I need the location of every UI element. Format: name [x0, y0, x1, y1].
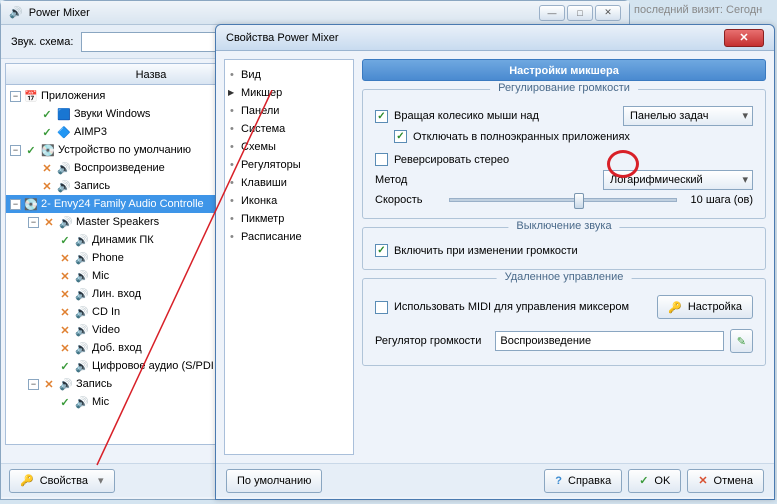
volume-group: Регулирование громкости Вращая колесико …	[362, 89, 766, 219]
nav-regulators[interactable]: Регуляторы	[225, 156, 353, 174]
reverse-stereo-checkbox[interactable]	[375, 153, 388, 166]
key-icon: 🔑	[668, 301, 682, 314]
nav-keys[interactable]: Клавиши	[225, 174, 353, 192]
nav-schemes[interactable]: Схемы	[225, 138, 353, 156]
pencil-icon: ✎	[737, 335, 746, 348]
speaker-icon: 🔊	[9, 6, 23, 19]
nav-icon[interactable]: Иконка	[225, 192, 353, 210]
minimize-button[interactable]: —	[539, 5, 565, 21]
mute-group: Выключение звука Включить при изменении …	[362, 227, 766, 270]
dialog-title: Свойства Power Mixer	[226, 32, 338, 44]
main-titlebar[interactable]: 🔊 Power Mixer — □ ✕	[1, 1, 629, 25]
properties-button[interactable]: 🔑Свойства▾	[9, 469, 115, 493]
extra-text: последний визит: Сегодн	[634, 4, 762, 16]
chevron-down-icon: ▾	[98, 474, 104, 487]
remote-group: Удаленное управление Использовать MIDI д…	[362, 278, 766, 366]
edit-button[interactable]: ✎	[730, 329, 753, 353]
cross-icon: ✕	[698, 474, 707, 487]
dialog-titlebar[interactable]: Свойства Power Mixer ✕	[216, 25, 774, 51]
fullscreen-checkbox[interactable]	[394, 130, 407, 143]
nav-schedule[interactable]: Расписание	[225, 228, 353, 246]
main-title: Power Mixer	[29, 7, 90, 19]
nav-view[interactable]: Вид	[225, 66, 353, 84]
volume-control-input[interactable]: Воспроизведение	[495, 331, 723, 351]
nav-peakmeter[interactable]: Пикметр	[225, 210, 353, 228]
help-button[interactable]: ?Справка	[544, 469, 622, 493]
check-icon: ✓	[639, 474, 648, 487]
wheel-checkbox[interactable]	[375, 110, 388, 123]
cancel-button[interactable]: ✕Отмена	[687, 469, 764, 493]
configure-button[interactable]: 🔑Настройка	[657, 295, 753, 319]
scheme-label: Звук. схема:	[11, 36, 73, 48]
section-title: Настройки микшера	[362, 59, 766, 81]
nav-mixer[interactable]: Микшер	[225, 84, 353, 102]
properties-dialog: Свойства Power Mixer ✕ Вид Микшер Панели…	[215, 24, 775, 500]
defaults-button[interactable]: По умолчанию	[226, 469, 322, 493]
dialog-close-button[interactable]: ✕	[724, 29, 764, 47]
nav-panels[interactable]: Панели	[225, 102, 353, 120]
question-icon: ?	[555, 475, 562, 487]
ok-button[interactable]: ✓OK	[628, 469, 681, 493]
wheel-target-select[interactable]: Панелью задач	[623, 106, 753, 126]
mute-toggle-checkbox[interactable]	[375, 244, 388, 257]
key-icon: 🔑	[20, 474, 34, 487]
midi-checkbox[interactable]	[375, 301, 388, 314]
speed-slider[interactable]	[449, 198, 677, 202]
close-button[interactable]: ✕	[595, 5, 621, 21]
maximize-button[interactable]: □	[567, 5, 593, 21]
nav-list: Вид Микшер Панели Система Схемы Регулято…	[224, 59, 354, 455]
method-select[interactable]: Логарифмический	[603, 170, 753, 190]
nav-system[interactable]: Система	[225, 120, 353, 138]
